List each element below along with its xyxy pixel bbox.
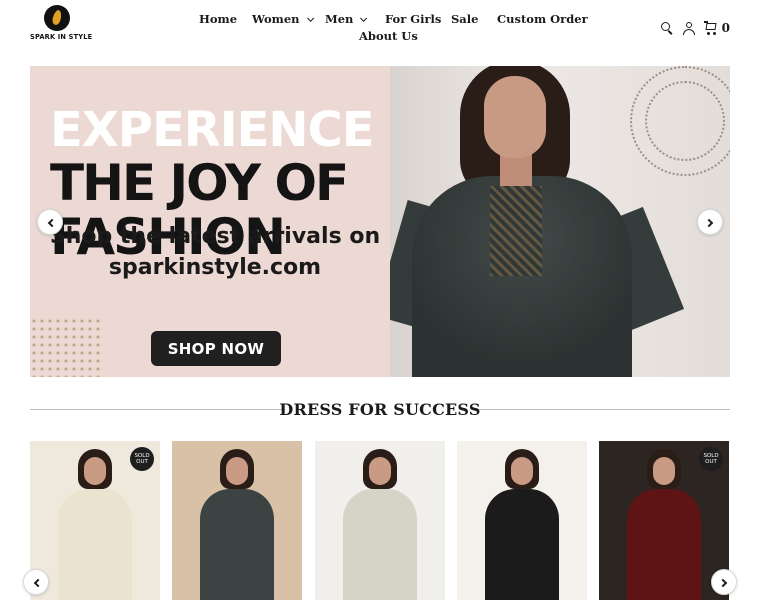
product-card[interactable] [315,441,445,600]
main-nav: Home Women Men For Girls Sale Custom Ord… [0,10,760,50]
hero-prev-button[interactable] [37,209,63,235]
chevron-left-icon [47,218,57,228]
header-icons: 0 [660,19,730,37]
hero-line-experience: EXPERIENCE [50,102,375,158]
shop-now-button[interactable]: SHOP NOW [151,331,281,366]
hero-subtitle: Shop the latest arrivals on sparkinstyle… [30,221,400,283]
nav-sale[interactable]: Sale [451,12,478,26]
nav-for-girls[interactable]: For Girls [385,12,441,26]
products-next-button[interactable] [711,569,737,595]
nav-men[interactable]: Men [325,12,368,26]
chevron-right-icon [704,218,714,228]
nav-about-us[interactable]: About Us [359,29,418,43]
section-title: DRESS FOR SUCCESS [279,400,481,419]
products-prev-button[interactable] [23,569,49,595]
hero-subtitle-line2: sparkinstyle.com [108,255,322,280]
sold-out-badge: SOLD OUT [130,447,154,471]
hero-subtitle-line1: Shop the latest arrivals on [49,224,381,249]
product-card[interactable]: SOLD OUT [30,441,160,600]
account-icon[interactable] [682,21,696,35]
chevron-left-icon [33,578,43,588]
nav-custom-order[interactable]: Custom Order [497,12,588,26]
cart-count[interactable]: 0 [722,21,730,35]
hero-banner[interactable]: EXPERIENCE THE JOY OF FASHION Shop the l… [30,66,730,377]
nav-home[interactable]: Home [199,12,237,26]
cart-icon[interactable] [703,21,718,35]
nav-men-label: Men [325,12,354,26]
nav-women-label: Women [252,12,300,26]
product-card[interactable] [457,441,587,600]
chevron-down-icon [306,14,314,22]
hero-line-joy: THE JOY OF [50,154,349,212]
product-card[interactable] [172,441,302,600]
decorative-dots [30,317,100,377]
search-icon[interactable] [660,21,674,35]
chevron-right-icon [718,578,728,588]
hero-model-image [390,66,730,377]
hero-next-button[interactable] [697,209,723,235]
chevron-down-icon [360,14,368,22]
sold-out-badge: SOLD OUT [699,447,723,471]
nav-women[interactable]: Women [252,12,314,26]
product-card[interactable]: SOLD OUT [599,441,729,600]
decorative-ring [645,81,725,161]
